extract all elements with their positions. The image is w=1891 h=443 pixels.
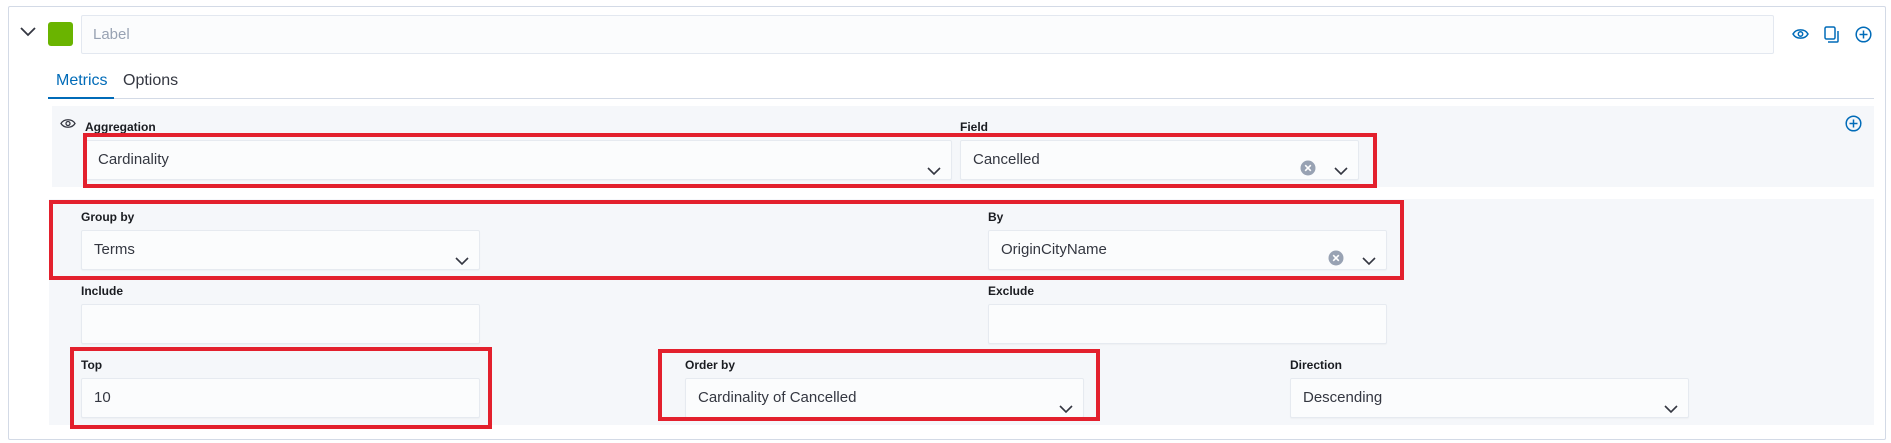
- chevron-down-icon: [927, 153, 941, 191]
- series-label-input[interactable]: [81, 15, 1774, 54]
- add-metric-button[interactable]: [1845, 115, 1862, 132]
- by-value: OriginCityName: [1001, 241, 1107, 258]
- aggregation-value: Cardinality: [98, 151, 169, 168]
- copy-icon: [1824, 26, 1839, 43]
- group-by-value: Terms: [94, 241, 135, 258]
- add-series-button[interactable]: [1855, 26, 1872, 43]
- top-value: 10: [94, 389, 111, 406]
- order-by-label: Order by: [685, 358, 736, 372]
- top-input[interactable]: 10: [81, 378, 480, 418]
- top-label: Top: [81, 358, 103, 372]
- include-input[interactable]: [81, 304, 480, 344]
- by-field-select[interactable]: OriginCityName: [988, 230, 1387, 270]
- chevron-down-icon: [1334, 153, 1348, 191]
- field-label: Field: [960, 120, 989, 134]
- chevron-down-icon: [1059, 391, 1073, 429]
- toggle-visibility-button[interactable]: [1792, 28, 1809, 40]
- aggregation-select[interactable]: Cardinality: [85, 140, 952, 180]
- active-tab-indicator: [48, 97, 114, 99]
- direction-label: Direction: [1290, 358, 1343, 372]
- tabs-divider: [48, 98, 1874, 99]
- direction-value: Descending: [1303, 389, 1383, 406]
- group-by-label: Group by: [81, 210, 135, 224]
- field-select[interactable]: Cancelled: [960, 140, 1359, 180]
- metric-visibility-toggle[interactable]: [60, 118, 76, 129]
- aggregation-label: Aggregation: [85, 120, 156, 134]
- chevron-down-icon: [1664, 391, 1678, 429]
- field-value: Cancelled: [973, 151, 1040, 168]
- plus-circle-icon: [1855, 26, 1872, 43]
- tab-options[interactable]: Options: [123, 71, 178, 91]
- group-by-select[interactable]: Terms: [81, 230, 480, 270]
- chevron-down-icon: [455, 243, 469, 281]
- direction-select[interactable]: Descending: [1290, 378, 1689, 418]
- chevron-down-icon: [20, 27, 36, 37]
- exclude-label: Exclude: [988, 284, 1035, 298]
- tab-metrics[interactable]: Metrics: [56, 71, 108, 91]
- order-by-select[interactable]: Cardinality of Cancelled: [685, 378, 1084, 418]
- clear-icon[interactable]: [1328, 243, 1344, 281]
- series-color-swatch[interactable]: [48, 22, 73, 46]
- by-label: By: [988, 210, 1004, 224]
- collapse-toggle[interactable]: [20, 27, 36, 37]
- plus-circle-icon: [1845, 115, 1862, 132]
- eye-icon: [60, 119, 76, 128]
- clear-icon[interactable]: [1300, 153, 1316, 191]
- chevron-down-icon: [1362, 243, 1376, 281]
- eye-icon: [1792, 29, 1809, 39]
- exclude-input[interactable]: [988, 304, 1387, 344]
- clone-series-button[interactable]: [1824, 26, 1839, 43]
- order-by-value: Cardinality of Cancelled: [698, 389, 857, 406]
- include-label: Include: [81, 284, 124, 298]
